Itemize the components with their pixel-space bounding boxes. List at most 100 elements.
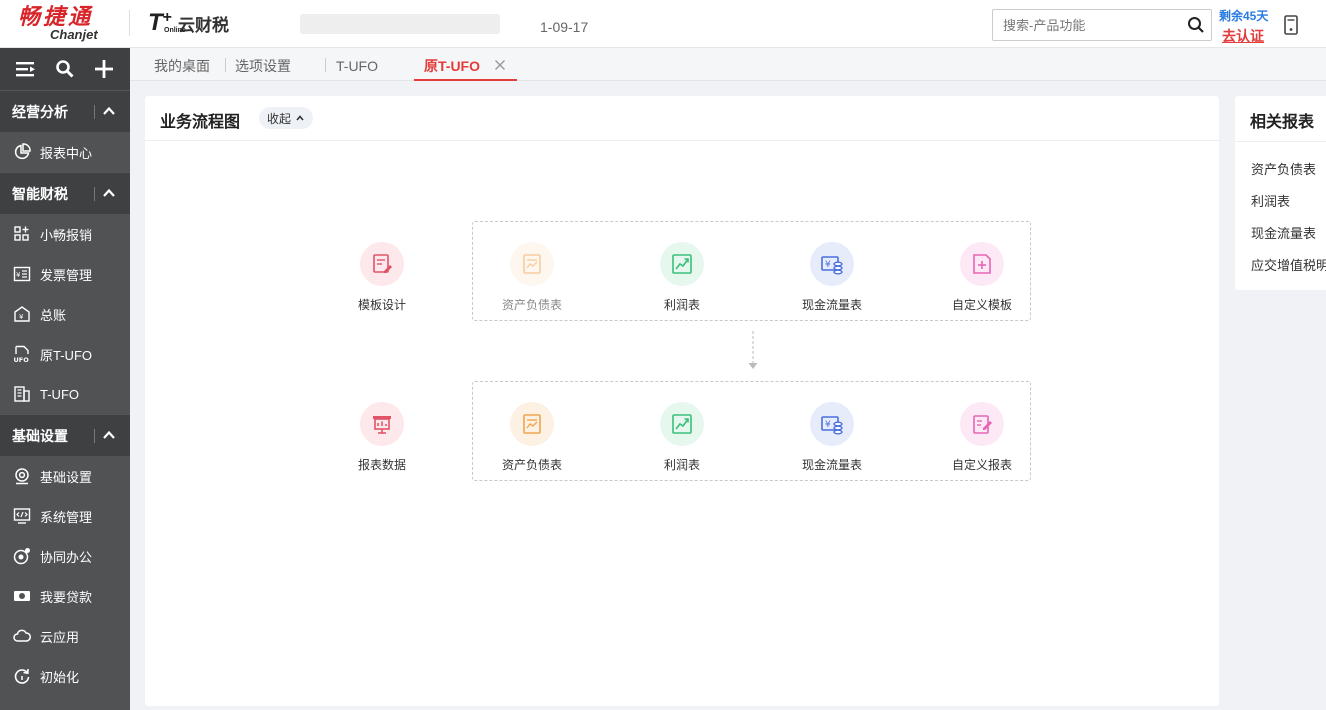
panel-divider — [1235, 141, 1326, 142]
flow-arrow-down-icon — [748, 331, 758, 369]
sidebar-item-collaboration[interactable]: 协同办公 — [0, 536, 130, 576]
flow-node-balance-sheet-report[interactable]: 资产负债表 — [487, 402, 577, 473]
monitor-code-icon — [12, 506, 32, 526]
group-label: 智能财税 — [12, 185, 68, 202]
node-label: 现金流量表 — [801, 458, 862, 472]
related-reports-panel: 相关报表 资产负债表 利润表 现金流量表 应交增值税明细表 — [1235, 96, 1326, 290]
menu-toggle-button[interactable] — [14, 57, 38, 81]
flow-node-report-data[interactable]: 报表数据 — [337, 402, 427, 473]
tab-divider — [325, 58, 326, 72]
collab-icon — [12, 546, 32, 566]
chevron-up-icon — [103, 188, 115, 197]
sidebar-item-report-center[interactable]: 报表中心 — [0, 132, 130, 172]
panel-header: 业务流程图 收起 — [145, 96, 1219, 141]
refresh-icon — [12, 666, 32, 686]
brand-en: Chanjet — [50, 27, 98, 42]
close-icon[interactable] — [494, 59, 506, 71]
node-label: 资产负债表 — [501, 298, 562, 312]
sidebar-item-t-ufo[interactable]: T-UFO — [0, 374, 130, 414]
tabs-bar: 我的桌面 选项设置 T-UFO 原T-UFO — [130, 48, 1326, 81]
cash-flow-icon: ¥ — [810, 242, 854, 286]
related-report-link[interactable]: 利润表 — [1251, 191, 1290, 210]
sidebar-item-expense[interactable]: 小畅报销 — [0, 214, 130, 254]
sidebar-item-initialize[interactable]: 初始化 — [0, 656, 130, 696]
flow-node-profit-template[interactable]: 利润表 — [637, 242, 727, 313]
sidebar-item-label: 小畅报销 — [40, 227, 93, 243]
flow-node-profit-report[interactable]: 利润表 — [637, 402, 727, 473]
tplus-logo: T + Online 云财税 — [148, 8, 229, 38]
product-plus: + — [162, 9, 173, 26]
group-divider — [94, 105, 95, 119]
related-reports-title: 相关报表 — [1250, 114, 1315, 131]
sidebar-group-basic-settings[interactable]: 基础设置 — [0, 414, 130, 456]
sidebar-group-smart-finance[interactable]: 智能财税 — [0, 172, 130, 214]
sidebar-item-invoice[interactable]: ¥ 发票管理 — [0, 254, 130, 294]
sidebar-item-system-management[interactable]: 系统管理 — [0, 496, 130, 536]
node-label: 利润表 — [663, 298, 700, 312]
money-icon — [12, 586, 32, 606]
product-search-input[interactable] — [1003, 17, 1183, 33]
chevron-up-icon — [103, 430, 115, 439]
ufo-file-icon: UFO — [12, 344, 32, 364]
brand-cn: 畅捷通 — [18, 4, 94, 29]
flow-node-cash-flow-template[interactable]: ¥ 现金流量表 — [787, 242, 877, 313]
group-label: 基础设置 — [12, 427, 68, 444]
top-header: 畅捷通 Chanjet T + Online 云财税 1-09-17 剩余45天… — [0, 0, 1326, 48]
flow-node-custom-report[interactable]: 自定义报表 — [937, 402, 1027, 473]
sidebar-item-cloud-apps[interactable]: 云应用 — [0, 616, 130, 656]
tab-options[interactable]: 选项设置 — [235, 48, 291, 81]
node-label: 资产负债表 — [501, 458, 562, 472]
search-icon — [56, 60, 74, 78]
sidebar-item-ledger[interactable]: ¥ 总账 — [0, 294, 130, 334]
chanjet-logo[interactable]: 畅捷通 Chanjet — [18, 6, 114, 42]
node-label: 自定义报表 — [951, 458, 1012, 472]
verify-link[interactable]: 去认证 — [1222, 26, 1264, 46]
menu-toggle-icon — [15, 62, 35, 77]
sidebar-item-basic-settings[interactable]: 基础设置 — [0, 456, 130, 496]
flow-node-template-design[interactable]: 模板设计 — [337, 242, 427, 313]
flow-node-custom-template[interactable]: 自定义模板 — [937, 242, 1027, 313]
logo-divider — [129, 10, 130, 36]
product-online: Online — [164, 27, 186, 34]
flow-node-balance-sheet-template: 资产负债表 — [487, 242, 577, 313]
sidebar-add-button[interactable] — [92, 57, 116, 81]
mobile-app-icon[interactable] — [1283, 15, 1299, 35]
building-icon — [12, 384, 32, 404]
sidebar-group-business-analysis[interactable]: 经营分析 — [0, 90, 130, 132]
node-label: 现金流量表 — [801, 298, 862, 312]
tab-label: 原T-UFO — [424, 58, 480, 74]
sidebar-item-original-t-ufo[interactable]: UFO 原T-UFO — [0, 334, 130, 374]
flow-node-cash-flow-report[interactable]: ¥ 现金流量表 — [787, 402, 877, 473]
profit-chart-icon — [660, 242, 704, 286]
svg-text:¥: ¥ — [825, 260, 831, 270]
balance-sheet-icon — [510, 402, 554, 446]
chevron-up-icon — [296, 115, 304, 121]
search-icon[interactable] — [1187, 16, 1205, 34]
collapse-button[interactable]: 收起 — [259, 107, 314, 129]
trial-remaining-days: 剩余45天 — [1219, 9, 1269, 23]
sidebar-item-loan[interactable]: 我要贷款 — [0, 576, 130, 616]
tab-t-ufo[interactable]: T-UFO — [336, 48, 378, 81]
related-report-link[interactable]: 应交增值税明细表 — [1251, 255, 1326, 274]
group-divider — [94, 429, 95, 443]
sidebar-toolbar — [0, 48, 130, 90]
group-label: 经营分析 — [12, 103, 68, 120]
related-report-link[interactable]: 资产负债表 — [1251, 159, 1316, 178]
sidebar-item-label: 系统管理 — [40, 509, 93, 525]
tab-my-desktop[interactable]: 我的桌面 — [154, 48, 210, 81]
sidebar-item-label: 原T-UFO — [40, 347, 92, 363]
sidebar-item-label: 协同办公 — [40, 549, 93, 565]
cloud-icon — [12, 626, 32, 646]
custom-template-icon — [960, 242, 1004, 286]
svg-text:¥: ¥ — [16, 271, 21, 279]
custom-report-icon — [960, 402, 1004, 446]
chevron-up-icon — [103, 106, 115, 115]
sidebar-search-button[interactable] — [53, 57, 77, 81]
business-flow-panel: 业务流程图 收起 模板设计 资产负债表 利润表 ¥ 现金流量表 自定义模板 报表… — [145, 96, 1219, 706]
cash-flow-icon: ¥ — [810, 402, 854, 446]
related-report-link[interactable]: 现金流量表 — [1251, 223, 1316, 242]
node-label: 模板设计 — [357, 298, 406, 312]
profit-chart-icon — [660, 402, 704, 446]
sidebar-item-label: 报表中心 — [40, 145, 93, 161]
sidebar-item-label: 总账 — [40, 307, 67, 323]
